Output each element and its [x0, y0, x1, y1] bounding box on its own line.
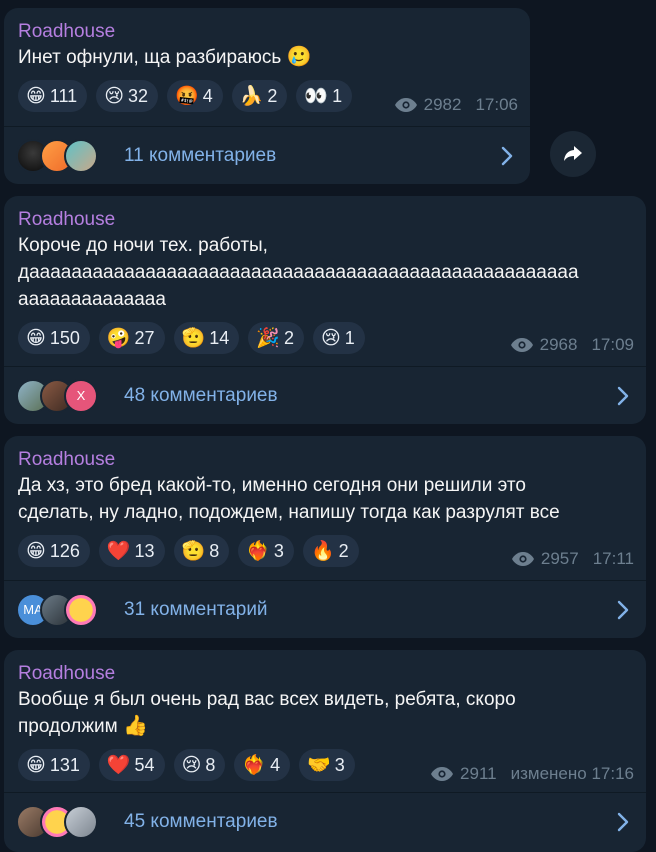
- reaction-button[interactable]: 😁 111: [18, 80, 88, 112]
- channel-post: Roadhouse Вообще я был очень рад вас все…: [4, 650, 646, 852]
- reaction-button[interactable]: 😁 126: [18, 535, 90, 567]
- channel-post: Roadhouse Инет офнули, ща разбираюсь 🥲 😁…: [4, 8, 530, 184]
- reaction-button[interactable]: 😁 131: [18, 749, 90, 781]
- post-text: Инет офнули, ща разбираюсь 🥲: [18, 46, 312, 68]
- reaction-button[interactable]: 🤪 27: [98, 322, 165, 354]
- share-button[interactable]: [550, 131, 596, 177]
- reaction-button[interactable]: 👀 1: [296, 80, 353, 112]
- chevron-right-icon: [501, 146, 513, 166]
- post-meta: 2968 17:09: [510, 335, 634, 355]
- comments-button[interactable]: 11 комментариев: [4, 126, 530, 184]
- commenter-avatars: [16, 804, 118, 839]
- reaction-button[interactable]: 🍌 2: [231, 80, 288, 112]
- reaction-button[interactable]: 🫡 14: [173, 322, 240, 354]
- post-text: Да хз, это бред какой-то, именно сегодня…: [18, 475, 560, 523]
- channel-post: Roadhouse Короче до ночи тех. работы, да…: [4, 196, 646, 424]
- post-time: изменено 17:16: [510, 764, 634, 783]
- post-time: 17:09: [591, 335, 634, 354]
- post-meta: 2982 17:06: [394, 95, 518, 115]
- post-meta: 2957 17:11: [511, 549, 634, 569]
- post-text: Короче до ночи тех. работы, дааааааааааа…: [18, 235, 579, 310]
- reaction-button[interactable]: ❤️‍🔥 4: [234, 749, 291, 781]
- reaction-button[interactable]: 🎉 2: [248, 322, 304, 354]
- post-meta: 2911 изменено 17:16: [430, 764, 634, 784]
- commenter-avatars: [16, 138, 118, 173]
- reaction-button[interactable]: 🔥 2: [302, 535, 359, 567]
- eye-icon: [431, 767, 454, 781]
- avatar: [64, 804, 98, 839]
- chevron-right-icon: [617, 812, 629, 832]
- comments-count: 31 комментарий: [124, 598, 268, 620]
- comments-count: 48 комментариев: [124, 384, 278, 406]
- eye-icon: [394, 98, 417, 112]
- post-author[interactable]: Roadhouse: [18, 662, 632, 686]
- share-arrow-icon: [564, 146, 582, 161]
- view-count: 2957: [540, 549, 579, 568]
- comments-button[interactable]: МА 31 комментарий: [4, 580, 646, 638]
- post-author[interactable]: Roadhouse: [18, 20, 516, 44]
- chevron-right-icon: [617, 600, 629, 620]
- post-time: 17:11: [592, 549, 634, 568]
- reaction-button[interactable]: ❤️‍🔥 3: [238, 535, 294, 567]
- reaction-button[interactable]: 🤬 4: [167, 80, 223, 112]
- view-count: 2968: [539, 335, 578, 354]
- comments-button[interactable]: 45 комментариев: [4, 792, 646, 850]
- post-author[interactable]: Roadhouse: [18, 448, 632, 472]
- reaction-button[interactable]: ❤️ 54: [98, 749, 165, 781]
- post-author[interactable]: Roadhouse: [18, 208, 632, 232]
- crying-smile-emoji: 🥲: [286, 46, 312, 68]
- commenter-avatars: МА: [16, 592, 118, 627]
- commenter-avatars: X: [16, 378, 118, 413]
- thumbs-up-emoji: 👍: [123, 715, 148, 737]
- reaction-button[interactable]: 😢 8: [173, 749, 226, 781]
- reaction-button[interactable]: 🤝 3: [299, 749, 355, 781]
- avatar: [64, 592, 98, 627]
- reaction-button[interactable]: 😢 1: [312, 322, 365, 354]
- eye-icon: [511, 552, 534, 566]
- eye-icon: [510, 338, 533, 352]
- reaction-button[interactable]: ❤️ 13: [98, 535, 165, 567]
- reaction-button[interactable]: 😢 32: [96, 80, 159, 112]
- chevron-right-icon: [617, 386, 629, 406]
- reaction-button[interactable]: 😁 150: [18, 322, 90, 354]
- comments-button[interactable]: X 48 комментариев: [4, 366, 646, 424]
- view-count: 2982: [423, 95, 462, 114]
- view-count: 2911: [460, 764, 497, 783]
- reaction-button[interactable]: 🫡 8: [173, 535, 230, 567]
- post-text: Вообще я был очень рад вас всех видеть, …: [18, 689, 516, 737]
- channel-post: Roadhouse Да хз, это бред какой-то, имен…: [4, 436, 646, 638]
- comments-count: 45 комментариев: [124, 810, 278, 832]
- comments-count: 11 комментариев: [124, 144, 277, 166]
- avatar: [64, 138, 98, 173]
- post-time: 17:06: [475, 95, 518, 114]
- avatar: X: [64, 378, 98, 413]
